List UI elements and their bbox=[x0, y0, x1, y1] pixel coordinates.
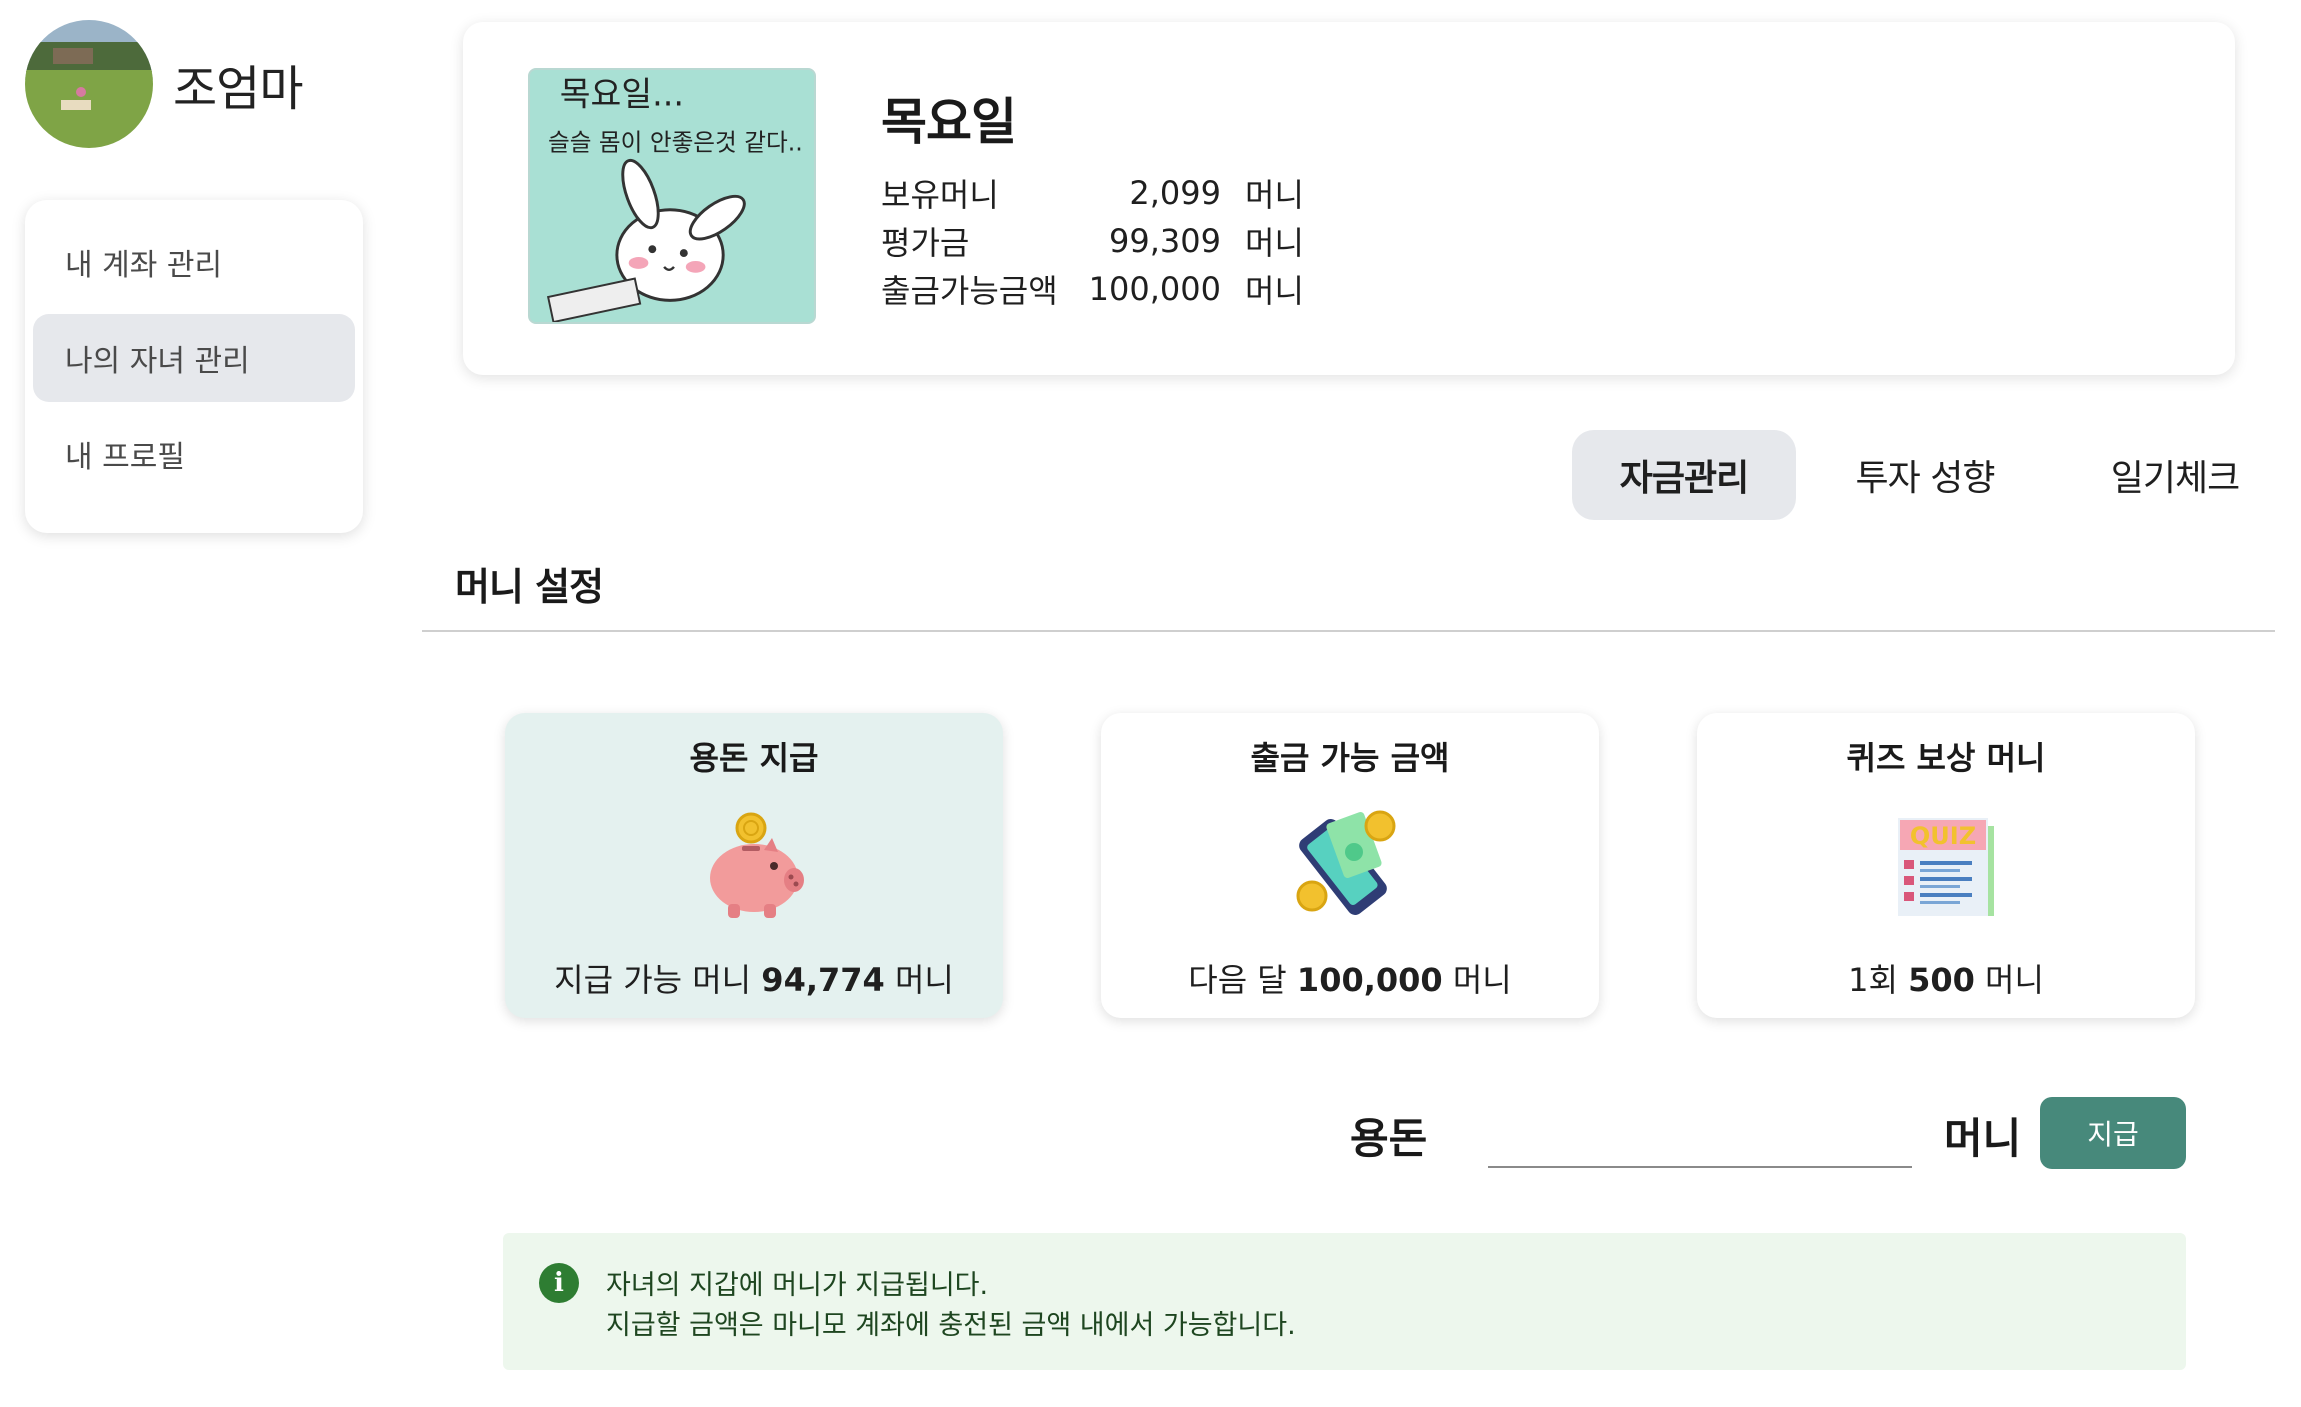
card-amount: 500 bbox=[1908, 961, 1975, 999]
sidebar-item-children[interactable]: 나의 자녀 관리 bbox=[33, 314, 355, 402]
stat-label: 보유머니 bbox=[881, 176, 999, 214]
card-footer-suffix: 머니 bbox=[1442, 961, 1512, 999]
card-footer: 1회 500 머니 bbox=[1697, 955, 2195, 1001]
stat-row-withdrawable: 출금가능금액 100,000 머니 bbox=[881, 265, 1304, 313]
info-icon: i bbox=[539, 1263, 579, 1303]
phone-money-icon bbox=[1290, 806, 1410, 926]
card-allowance[interactable]: 용돈 지급 지급 가능 머니 94,774 머니 bbox=[505, 713, 1003, 1018]
info-line-1: 자녀의 지갑에 머니가 지급됩니다. bbox=[606, 1270, 989, 1301]
allowance-unit: 머니 bbox=[1944, 1114, 2022, 1163]
child-profile-image: 목요일... 슬슬 몸이 안좋은것 같다.. bbox=[528, 68, 816, 324]
allowance-amount-input[interactable] bbox=[1488, 1108, 1912, 1168]
card-footer: 다음 달 100,000 머니 bbox=[1101, 955, 1599, 1001]
stat-row-balance: 보유머니 2,099 머니 bbox=[881, 169, 1304, 217]
stat-unit: 머니 bbox=[1245, 272, 1304, 310]
card-quiz-reward[interactable]: 퀴즈 보상 머니 QUIZ 1회 500 머니 bbox=[1697, 713, 2195, 1018]
user-name: 조엄마 bbox=[173, 61, 303, 117]
stat-unit: 머니 bbox=[1245, 176, 1304, 214]
stat-row-valuation: 평가금 99,309 머니 bbox=[881, 217, 1304, 265]
card-footer-suffix: 머니 bbox=[1974, 961, 2044, 999]
quiz-icon: QUIZ bbox=[1886, 806, 2006, 926]
stat-label: 평가금 bbox=[881, 224, 970, 262]
card-title: 용돈 지급 bbox=[689, 739, 819, 777]
sidebar: 내 계좌 관리 나의 자녀 관리 내 프로필 bbox=[25, 200, 363, 533]
card-amount: 94,774 bbox=[761, 961, 885, 999]
stat-value: 99,309 bbox=[1109, 222, 1221, 260]
pay-allowance-button[interactable]: 지급 bbox=[2040, 1097, 2186, 1169]
sidebar-item-profile[interactable]: 내 프로필 bbox=[33, 410, 355, 498]
tab-diary-check[interactable]: 일기체크 bbox=[2060, 430, 2290, 520]
child-profile-card: 목요일... 슬슬 몸이 안좋은것 같다.. 목요일 보유머니 2,099 머니… bbox=[463, 22, 2235, 375]
allowance-label: 용돈 bbox=[1350, 1114, 1428, 1163]
info-line-2: 지급할 금액은 마니모 계좌에 충전된 금액 내에서 가능합니다. bbox=[606, 1310, 1296, 1341]
card-amount: 100,000 bbox=[1296, 961, 1443, 999]
user-block: 조엄마 bbox=[25, 20, 303, 148]
stat-value: 100,000 bbox=[1088, 270, 1221, 308]
card-footer: 지급 가능 머니 94,774 머니 bbox=[505, 955, 1003, 1001]
tab-investment-style[interactable]: 투자 성향 bbox=[1810, 430, 2040, 520]
image-caption-1: 목요일... bbox=[560, 74, 684, 113]
sidebar-item-account[interactable]: 내 계좌 관리 bbox=[33, 218, 355, 306]
piggy-bank-icon bbox=[694, 806, 814, 926]
avatar[interactable] bbox=[25, 20, 153, 148]
image-caption-2: 슬슬 몸이 안좋은것 같다.. bbox=[548, 129, 803, 157]
card-footer-prefix: 1회 bbox=[1848, 961, 1909, 999]
stat-label: 출금가능금액 bbox=[881, 272, 1058, 310]
card-footer-prefix: 지급 가능 머니 bbox=[554, 961, 762, 999]
card-title: 출금 가능 금액 bbox=[1250, 739, 1450, 777]
divider bbox=[422, 630, 2275, 632]
tab-fund-management[interactable]: 자금관리 bbox=[1572, 430, 1796, 520]
child-name: 목요일 bbox=[881, 93, 1017, 151]
card-title: 퀴즈 보상 머니 bbox=[1846, 739, 2046, 777]
stat-value: 2,099 bbox=[1129, 174, 1221, 212]
card-withdrawable[interactable]: 출금 가능 금액 다음 달 100,000 머니 bbox=[1101, 713, 1599, 1018]
info-alert: i 자녀의 지갑에 머니가 지급됩니다. 지급할 금액은 마니모 계좌에 충전된… bbox=[503, 1233, 2186, 1370]
card-footer-suffix: 머니 bbox=[884, 961, 954, 999]
card-footer-prefix: 다음 달 bbox=[1188, 961, 1297, 999]
stat-unit: 머니 bbox=[1245, 224, 1304, 262]
quiz-icon-text: QUIZ bbox=[1910, 822, 1976, 850]
section-title: 머니 설정 bbox=[455, 565, 604, 609]
